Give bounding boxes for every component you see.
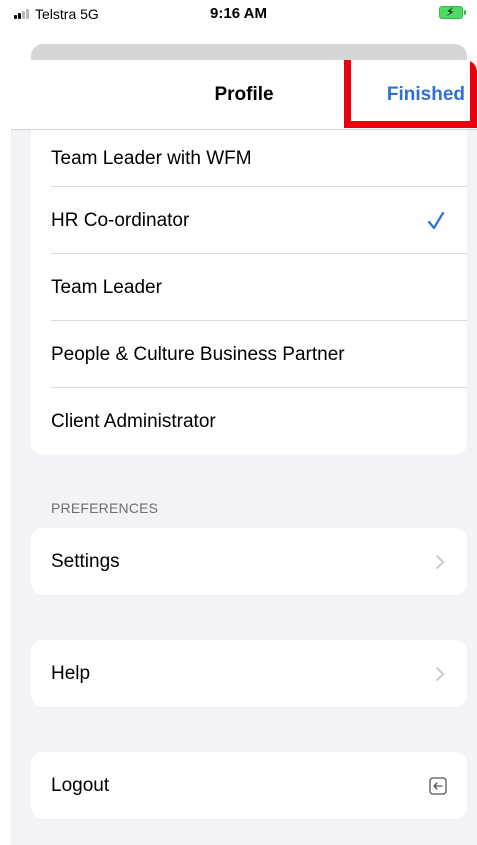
profile-sheet: Profile Finished Team Leader with WFM HR… xyxy=(11,60,477,845)
profile-item-client-administrator[interactable]: Client Administrator xyxy=(31,388,467,455)
help-group: Help xyxy=(31,640,467,707)
settings-group: Settings xyxy=(31,528,467,595)
chevron-right-icon xyxy=(436,554,444,569)
logout-group: Logout xyxy=(31,752,467,819)
profile-item-label: Team Leader xyxy=(51,276,162,298)
chevron-right-icon xyxy=(436,666,444,681)
profile-item-people-culture[interactable]: People & Culture Business Partner xyxy=(31,321,467,388)
profile-item-team-leader-wfm[interactable]: Team Leader with WFM xyxy=(31,130,467,187)
help-row[interactable]: Help xyxy=(31,640,467,707)
profile-item-team-leader[interactable]: Team Leader xyxy=(31,254,467,321)
logout-row[interactable]: Logout xyxy=(31,752,467,819)
profile-item-label: Client Administrator xyxy=(51,410,216,432)
preferences-section-header: PREFERENCES xyxy=(51,500,159,516)
status-time: 9:16 AM xyxy=(210,5,267,22)
profile-item-label: Team Leader with WFM xyxy=(51,147,252,169)
status-bar: Telstra 5G 9:16 AM ⚡ xyxy=(0,0,477,28)
profile-item-label: HR Co-ordinator xyxy=(51,209,190,231)
settings-row[interactable]: Settings xyxy=(31,528,467,595)
finished-button[interactable]: Finished xyxy=(387,84,465,106)
logout-label: Logout xyxy=(51,774,110,796)
profile-item-hr-coordinator[interactable]: HR Co-ordinator xyxy=(31,187,467,254)
help-label: Help xyxy=(51,662,91,684)
battery-charging-icon: ⚡ xyxy=(439,5,466,19)
navigation-bar: Profile Finished xyxy=(11,60,477,130)
profile-item-label: People & Culture Business Partner xyxy=(51,343,345,365)
profile-list: Team Leader with WFM HR Co-ordinator Tea… xyxy=(31,130,467,455)
logout-icon xyxy=(429,776,447,795)
checkmark-icon xyxy=(427,211,445,229)
settings-label: Settings xyxy=(51,550,120,572)
